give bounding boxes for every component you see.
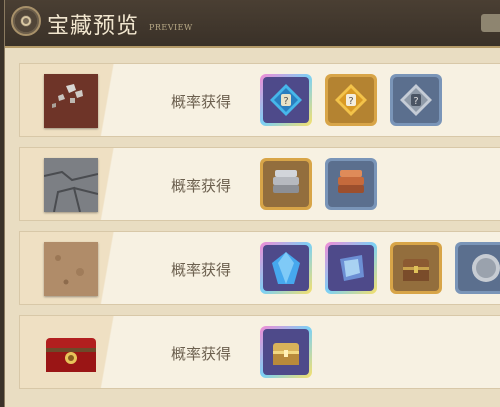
gray-stone-block-icon — [43, 158, 99, 213]
list-item: 概率获得 — [19, 147, 500, 221]
golden-treasure-chest-icon[interactable] — [260, 326, 312, 378]
list-item: 概率获得 — [19, 231, 500, 305]
red-treasure-chest-icon — [44, 326, 98, 380]
svg-text:?: ? — [348, 96, 353, 107]
compass-emblem-icon — [11, 6, 41, 36]
row-label: 概率获得 — [171, 345, 232, 363]
copper-ingot-stack-icon[interactable] — [325, 158, 377, 210]
silver-coin-icon[interactable] — [455, 242, 500, 294]
red-dirt-block-icon — [44, 74, 98, 128]
wooden-treasure-chest-icon[interactable] — [390, 242, 442, 294]
row-label: 概率获得 — [171, 93, 232, 111]
puzzle-piece-gold-icon[interactable]: ? — [325, 74, 377, 126]
svg-text:?: ? — [413, 96, 418, 107]
blue-crystal-icon[interactable] — [260, 242, 312, 294]
sandstone-block-icon — [44, 242, 98, 296]
puzzle-piece-silver-icon[interactable]: ? — [390, 74, 442, 126]
panel-header: 宝藏预览 PREVIEW — [5, 0, 500, 48]
row-label: 概率获得 — [171, 177, 232, 195]
panel-title: 宝藏预览 — [47, 14, 140, 39]
list-item: 概率获得 — [19, 315, 500, 389]
svg-text:?: ? — [283, 96, 288, 107]
puzzle-piece-rainbow-icon[interactable]: ? — [260, 74, 312, 126]
silver-ingot-stack-icon[interactable] — [260, 158, 312, 210]
close-tab-button[interactable] — [481, 14, 500, 32]
treasure-preview-panel: 宝藏预览 PREVIEW 概率获得 ? ? ? 概率获得 概率获得 概率获得 — [4, 0, 500, 407]
list-item: 概率获得 ? ? ? — [19, 63, 500, 137]
row-label: 概率获得 — [171, 261, 232, 279]
panel-subtitle: PREVIEW — [149, 23, 193, 32]
crystal-shard-icon[interactable] — [325, 242, 377, 294]
